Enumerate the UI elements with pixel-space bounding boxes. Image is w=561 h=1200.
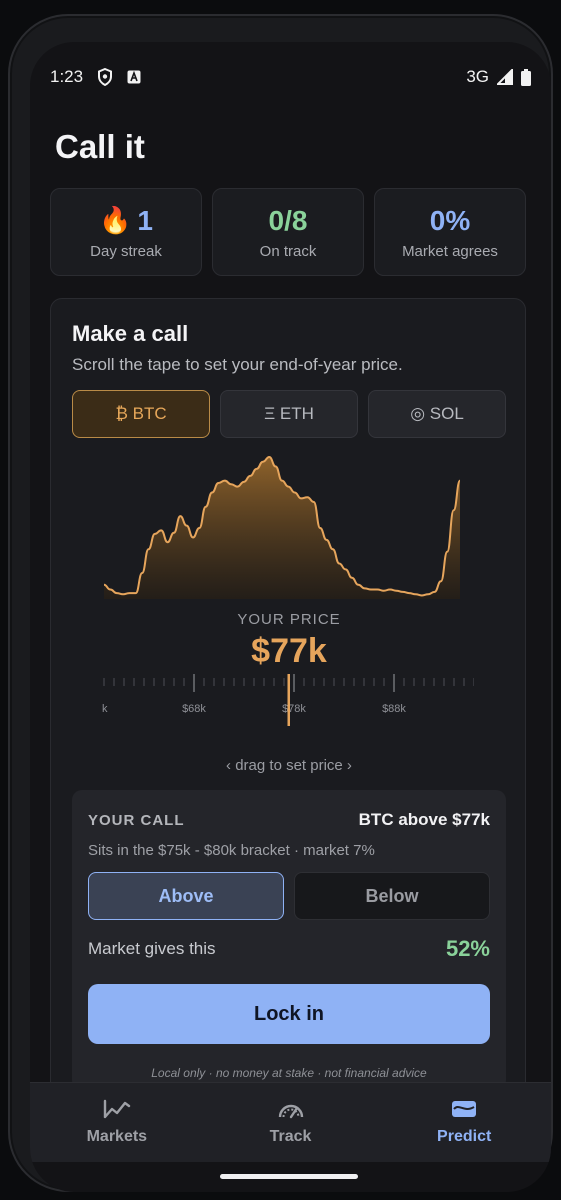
card-title: Make a call <box>72 321 189 346</box>
nav-label: Track <box>269 1128 312 1145</box>
status-time: 1:23 <box>50 67 84 86</box>
wave-icon <box>450 1099 478 1124</box>
ruler-label: $78k <box>282 703 306 715</box>
your-price-label: YOUR PRICE <box>237 611 341 628</box>
your-call-label: YOUR CALL <box>88 811 185 829</box>
your-price-value: $77k <box>251 632 327 670</box>
stats-row: 🔥 1 Day streak 0/8 On track 0% Market ag… <box>50 188 526 276</box>
price-distribution-chart <box>103 455 461 599</box>
nav-label: Predict <box>437 1128 492 1145</box>
screen: 1:23 3G Call it 🔥 1 Day streak 0/8 On tr… <box>30 42 551 1192</box>
bottom-nav: Markets Track Predict <box>30 1082 551 1162</box>
chart-area <box>104 457 460 599</box>
stat-day-streak: 🔥 1 Day streak <box>50 188 202 276</box>
ruler-label: $88k <box>382 703 406 715</box>
below-button[interactable]: Below <box>294 872 490 920</box>
coin-tab-eth[interactable]: Ξ ETH <box>220 390 358 438</box>
a-square-icon <box>127 70 141 84</box>
stat-value: 1 <box>137 204 153 236</box>
card-subtitle: Scroll the tape to set your end-of-year … <box>72 355 403 374</box>
stat-label: Market agrees <box>402 242 498 260</box>
your-call-value: BTC above $77k <box>358 810 490 829</box>
nav-label: Markets <box>86 1128 148 1145</box>
stat-value: 0/8 <box>268 204 308 236</box>
make-call-card: Make a call Scroll the tape to set your … <box>50 298 526 1158</box>
home-indicator <box>220 1174 358 1179</box>
drag-hint: ‹ drag to set price › <box>226 757 352 774</box>
disclaimer: Local only · no money at stake · not fin… <box>151 1066 427 1080</box>
stat-label: Day streak <box>90 242 162 260</box>
coin-selector: ₿ BTC Ξ ETH ◎ SOL <box>72 390 506 438</box>
stat-value: 0% <box>429 204 471 236</box>
page-title: Call it <box>55 128 145 165</box>
coin-tab-btc[interactable]: ₿ BTC <box>72 390 210 438</box>
nav-predict[interactable]: Predict <box>377 1083 551 1162</box>
network-type: 3G <box>466 67 489 86</box>
market-odds-value: 52% <box>445 936 490 961</box>
status-bar: 1:23 3G <box>50 66 531 88</box>
nav-markets[interactable]: Markets <box>30 1083 204 1162</box>
shield-icon <box>97 68 113 86</box>
bracket-info: Sits in the $75k - $80k bracket · market… <box>88 842 375 859</box>
ruler-label: k <box>102 703 108 715</box>
battery-icon <box>521 68 531 86</box>
gauge-icon <box>277 1099 305 1124</box>
chart-line-icon <box>103 1099 131 1124</box>
coin-tab-sol[interactable]: ◎ SOL <box>368 390 506 438</box>
fire-icon: 🔥 <box>99 205 132 235</box>
price-marker[interactable] <box>287 674 291 726</box>
direction-toggle: Above Below <box>88 872 490 920</box>
stat-on-track: 0/8 On track <box>212 188 364 276</box>
above-button[interactable]: Above <box>88 872 284 920</box>
lock-in-button[interactable]: Lock in <box>88 984 490 1044</box>
ruler-label: $68k <box>182 703 206 715</box>
your-call-panel: YOUR CALL BTC above $77k Sits in the $75… <box>72 790 506 1090</box>
price-tape-ruler[interactable]: k $68k $78k $88k <box>102 674 474 734</box>
stat-label: On track <box>259 242 317 260</box>
signal-icon <box>497 69 513 85</box>
phone-frame: 1:23 3G Call it 🔥 1 Day streak 0/8 On tr… <box>8 14 553 1192</box>
market-odds-label: Market gives this <box>88 939 216 958</box>
stat-market-agrees: 0% Market agrees <box>374 188 526 276</box>
nav-track[interactable]: Track <box>204 1083 378 1162</box>
